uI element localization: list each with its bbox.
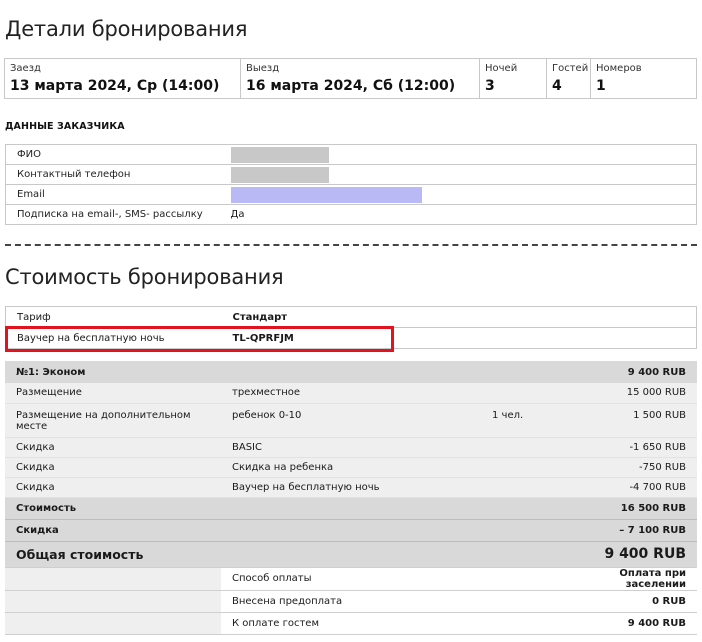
tariff-row: Тариф Стандарт: [5, 306, 697, 328]
rooms-value: 1: [596, 78, 606, 94]
voucher-row: Ваучер на бесплатную ночь TL-QPRFJM: [5, 327, 697, 349]
price-line: Размещение на дополнительном месте ребен…: [5, 403, 697, 438]
checkout-cell: Выезд 16 марта 2024, Сб (12:00): [241, 59, 480, 98]
payment-value: 0 RUB: [581, 589, 697, 612]
customer-table: ФИО Контактный телефон Email Подписка на…: [5, 144, 697, 225]
line-amount: -750 RUB: [581, 457, 697, 478]
line-desc: Скидка на ребенка: [221, 457, 481, 478]
line-label: Размещение на дополнительном месте: [5, 403, 221, 438]
line-amount: 15 000 RUB: [581, 383, 697, 404]
price-line: Скидка BASIC -1 650 RUB: [5, 437, 697, 458]
price-table: №1: Эконом 9 400 RUB Размещение трехмест…: [5, 361, 697, 635]
customer-email-value: [219, 184, 697, 205]
payment-spacer: [5, 566, 221, 590]
voucher-label: Ваучер на бесплатную ночь: [5, 327, 222, 349]
section-divider: [5, 244, 697, 246]
payment-row: К оплате гостем 9 400 RUB: [5, 611, 697, 635]
line-qty: 1 чел.: [481, 403, 581, 438]
payment-value: 9 400 RUB: [581, 611, 697, 635]
subtotal-row: Стоимость 16 500 RUB: [5, 496, 697, 519]
payment-row: Способ оплаты Оплата при заселении: [5, 566, 697, 590]
tariff-value: Стандарт: [221, 306, 697, 328]
customer-section-title: ДАННЫЕ ЗАКАЗЧИКА: [5, 121, 125, 132]
line-desc: ребенок 0-10: [221, 403, 481, 438]
booking-dates-panel: Заезд 13 марта 2024, Ср (14:00) Выезд 16…: [4, 58, 697, 99]
checkin-cell: Заезд 13 марта 2024, Ср (14:00): [5, 59, 241, 98]
nights-cell: Ночей 3: [480, 59, 547, 98]
line-label: Скидка: [5, 477, 221, 498]
customer-row-phone: Контактный телефон: [5, 164, 697, 185]
line-amount: -1 650 RUB: [581, 437, 697, 458]
rooms-label: Номеров: [596, 63, 642, 74]
line-desc: BASIC: [221, 437, 481, 458]
line-label: Скидка: [5, 437, 221, 458]
line-label: Размещение: [5, 383, 221, 404]
room-name: №1: Эконом: [5, 361, 581, 383]
line-amount: -4 700 RUB: [581, 477, 697, 498]
discount-amount: – 7 100 RUB: [581, 518, 697, 541]
customer-subscription-label: Подписка на email-, SMS- рассылку: [5, 204, 220, 225]
payment-label: К оплате гостем: [221, 611, 581, 635]
guests-cell: Гостей 4: [547, 59, 591, 98]
line-qty: [481, 477, 581, 498]
line-qty: [481, 457, 581, 478]
room-amount: 9 400 RUB: [581, 361, 697, 383]
payment-value: Оплата при заселении: [581, 566, 697, 590]
customer-name-label: ФИО: [5, 144, 220, 165]
customer-email-label: Email: [5, 184, 220, 205]
tariff-label: Тариф: [5, 306, 222, 328]
tariff-table: Тариф Стандарт Ваучер на бесплатную ночь…: [5, 306, 697, 349]
total-label: Общая стоимость: [5, 540, 581, 567]
price-line: Размещение трехместное 15 000 RUB: [5, 383, 697, 404]
discount-row: Скидка – 7 100 RUB: [5, 518, 697, 541]
line-desc: трехместное: [221, 383, 481, 404]
line-desc: Ваучер на бесплатную ночь: [221, 477, 481, 498]
checkin-label: Заезд: [10, 63, 41, 74]
customer-row-email: Email: [5, 184, 697, 205]
customer-phone-value: [219, 164, 697, 185]
customer-name-value: [219, 144, 697, 165]
line-qty: [481, 437, 581, 458]
payment-spacer: [5, 589, 221, 612]
subtotal-amount: 16 500 RUB: [581, 496, 697, 519]
redacted-phone: [230, 166, 329, 183]
payment-label: Внесена предоплата: [221, 589, 581, 612]
redacted-email: [230, 186, 422, 203]
line-label: Скидка: [5, 457, 221, 478]
voucher-code: TL-QPRFJM: [221, 327, 697, 349]
rooms-cell: Номеров 1: [591, 59, 696, 98]
payment-spacer: [5, 611, 221, 635]
customer-phone-label: Контактный телефон: [5, 164, 220, 185]
payment-label: Способ оплаты: [221, 566, 581, 590]
page-title: Детали бронирования: [5, 17, 248, 41]
total-row: Общая стоимость 9 400 RUB: [5, 540, 697, 567]
price-line: Скидка Ваучер на бесплатную ночь -4 700 …: [5, 477, 697, 498]
line-amount: 1 500 RUB: [581, 403, 697, 438]
customer-row-subscription: Подписка на email-, SMS- рассылку Да: [5, 204, 697, 225]
nights-value: 3: [485, 78, 495, 94]
customer-row-name: ФИО: [5, 144, 697, 165]
discount-label: Скидка: [5, 518, 581, 541]
total-amount: 9 400 RUB: [581, 540, 697, 567]
line-qty: [481, 383, 581, 404]
subtotal-label: Стоимость: [5, 496, 581, 519]
redacted-name: [230, 146, 329, 163]
payment-row: Внесена предоплата 0 RUB: [5, 589, 697, 612]
cost-title: Стоимость бронирования: [5, 265, 284, 289]
customer-subscription-value: Да: [219, 204, 697, 225]
price-line: Скидка Скидка на ребенка -750 RUB: [5, 457, 697, 478]
checkout-value: 16 марта 2024, Сб (12:00): [246, 78, 456, 94]
checkout-label: Выезд: [246, 63, 280, 74]
nights-label: Ночей: [485, 63, 518, 74]
guests-label: Гостей: [552, 63, 589, 74]
room-header-row: №1: Эконом 9 400 RUB: [5, 361, 697, 383]
guests-value: 4: [552, 78, 562, 94]
checkin-value: 13 марта 2024, Ср (14:00): [10, 78, 220, 94]
